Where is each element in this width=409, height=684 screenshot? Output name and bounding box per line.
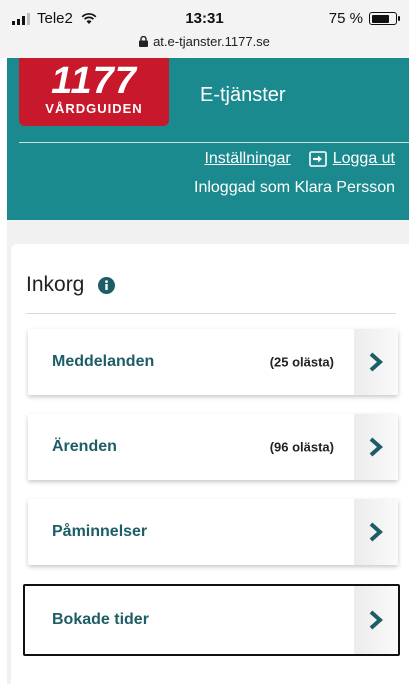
unread-count: (96 olästa) xyxy=(269,439,334,455)
item-label: Påminnelser xyxy=(52,523,148,540)
logged-in-text: Inloggad som Klara Persson xyxy=(194,179,395,196)
service-title: E-tjänster xyxy=(200,84,286,106)
chevron-right-icon xyxy=(369,352,383,372)
header-links: Inställningar Logga ut xyxy=(204,150,395,168)
site-header: 1177 VÅRDGUIDEN E-tjänster Inställningar… xyxy=(7,58,409,220)
item-arrow-area xyxy=(354,586,398,654)
inbox-heading: Inkorg xyxy=(26,273,116,297)
battery-fill xyxy=(371,14,389,23)
inbox-divider xyxy=(26,313,396,314)
item-label: Ärenden xyxy=(52,438,117,455)
logo-1177-vardguiden[interactable]: 1177 VÅRDGUIDEN xyxy=(19,58,169,126)
address-bar[interactable]: at.e-tjanster.1177.se xyxy=(0,34,409,49)
item-arrow-area xyxy=(354,414,398,480)
battery-area: 75 % xyxy=(328,10,400,27)
inbox-item-bokade-tider[interactable]: Bokade tider xyxy=(23,584,400,656)
battery-percent: 75 % xyxy=(328,10,363,27)
unread-count: (25 olästa) xyxy=(269,354,334,370)
logo-number: 1177 xyxy=(51,60,137,102)
chevron-right-icon xyxy=(369,437,383,457)
item-label: Bokade tider xyxy=(52,611,149,628)
logout-link[interactable]: Logga ut xyxy=(308,150,395,168)
inbox-item-meddelanden[interactable]: Meddelanden (25 olästa) xyxy=(28,329,398,395)
battery-icon xyxy=(369,12,400,25)
url-text: at.e-tjanster.1177.se xyxy=(153,34,270,49)
item-label: Meddelanden xyxy=(52,353,155,370)
logout-icon xyxy=(308,151,327,167)
chevron-right-icon xyxy=(369,522,383,542)
inbox-title: Inkorg xyxy=(26,273,85,296)
item-arrow-area xyxy=(354,329,398,395)
status-bar: Tele2 13:31 75 % at.e-tjanster.1177.se xyxy=(0,0,409,58)
header-divider xyxy=(19,142,409,143)
inbox-item-arenden[interactable]: Ärenden (96 olästa) xyxy=(28,414,398,480)
settings-link[interactable]: Inställningar xyxy=(204,150,290,168)
chevron-right-icon xyxy=(369,610,383,630)
logout-label: Logga ut xyxy=(332,150,395,167)
logo-text: VÅRDGUIDEN xyxy=(45,101,143,116)
item-arrow-area xyxy=(354,499,398,565)
lock-icon xyxy=(139,36,149,47)
inbox-item-paminnelser[interactable]: Påminnelser xyxy=(28,499,398,565)
info-icon[interactable] xyxy=(98,276,116,294)
